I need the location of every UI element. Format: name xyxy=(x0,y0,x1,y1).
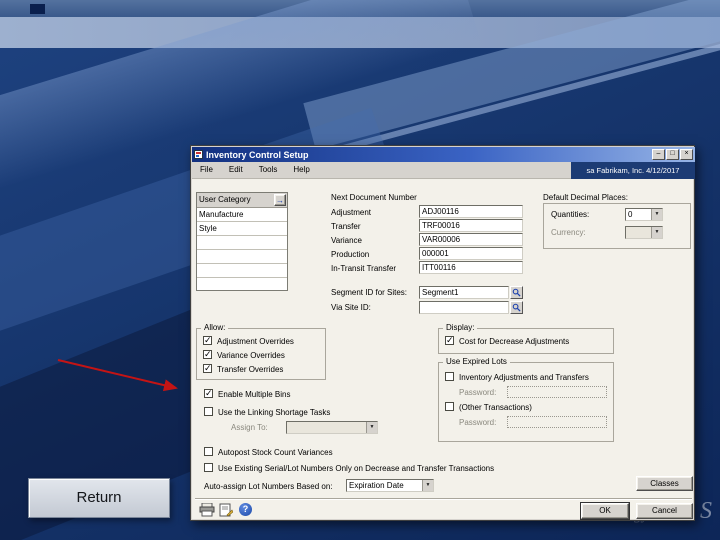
adjustment-number-field[interactable]: ADJ00116 xyxy=(419,205,523,218)
logo-fragment: S xyxy=(700,498,712,524)
adjustment-overrides-label: Adjustment Overrides xyxy=(217,337,294,346)
close-button[interactable]: × xyxy=(680,149,693,160)
segment-id-label: Segment ID for Sites: xyxy=(331,288,408,297)
in-transit-transfer-label: In-Transit Transfer xyxy=(331,264,397,273)
enable-multiple-bins-label: Enable Multiple Bins xyxy=(218,390,291,399)
quantities-select[interactable]: 0 ▼ xyxy=(625,208,663,221)
checkbox-variance-overrides[interactable] xyxy=(203,350,212,359)
default-decimal-places-label: Default Decimal Places: xyxy=(543,193,628,202)
menu-tools[interactable]: Tools xyxy=(251,162,286,178)
cost-for-decrease-adjustments-label: Cost for Decrease Adjustments xyxy=(459,337,570,346)
chevron-down-icon: ▼ xyxy=(366,422,377,433)
checkbox-enable-multiple-bins[interactable] xyxy=(204,389,213,398)
cancel-button[interactable]: Cancel xyxy=(636,503,693,519)
print-icon[interactable] xyxy=(199,502,215,519)
list-item[interactable]: Style xyxy=(197,222,287,236)
user-category-label: User Category xyxy=(199,195,251,204)
list-item[interactable] xyxy=(197,264,287,278)
maximize-button[interactable]: □ xyxy=(666,149,679,160)
segment-id-field[interactable]: Segment1 xyxy=(419,286,509,299)
quantities-label: Quantities: xyxy=(551,210,590,219)
use-expired-lots-label: Use Expired Lots xyxy=(443,357,510,367)
chevron-down-icon[interactable]: ▼ xyxy=(651,209,662,220)
checkbox-adjustment-overrides[interactable] xyxy=(203,336,212,345)
note-icon[interactable] xyxy=(219,503,234,519)
help-icon[interactable]: ? xyxy=(239,503,252,516)
menu-file[interactable]: File xyxy=(192,162,221,178)
autopost-stock-count-variances-label: Autopost Stock Count Variances xyxy=(218,448,333,457)
production-label: Production xyxy=(331,250,370,259)
quantities-value: 0 xyxy=(628,210,633,219)
menu-help[interactable]: Help xyxy=(285,162,317,178)
user-category-list: User Category → Manufacture Style xyxy=(196,192,288,291)
password2-field[interactable] xyxy=(507,416,607,428)
auto-assign-value: Expiration Date xyxy=(349,481,404,490)
minimize-button[interactable]: – xyxy=(652,149,665,160)
currency-select: ▼ xyxy=(625,226,663,239)
lookup-icon[interactable] xyxy=(510,301,523,314)
in-transit-transfer-number-field[interactable]: ITT00116 xyxy=(419,261,523,274)
variance-label: Variance xyxy=(331,236,362,245)
checkbox-transfer-overrides[interactable] xyxy=(203,364,212,373)
chevron-down-icon: ▼ xyxy=(651,227,662,238)
prompt-arrow-icon[interactable]: → xyxy=(274,194,286,206)
adjustment-label: Adjustment xyxy=(331,208,372,217)
use-existing-serial-lot-label: Use Existing Serial/Lot Numbers Only on … xyxy=(218,464,495,473)
variance-overrides-label: Variance Overrides xyxy=(217,351,285,360)
presentation-slide: gy S Return Inventory Control Setup – □ … xyxy=(0,0,720,540)
menu-edit[interactable]: Edit xyxy=(221,162,251,178)
password2-label: Password: xyxy=(459,418,497,427)
list-item[interactable] xyxy=(197,236,287,250)
list-item[interactable]: Manufacture xyxy=(197,208,287,222)
display-label: Display: xyxy=(443,323,478,333)
list-item[interactable] xyxy=(197,250,287,264)
via-site-id-label: Via Site ID: xyxy=(331,303,371,312)
divider xyxy=(195,498,692,500)
checkbox-cost-for-decrease-adjustments[interactable] xyxy=(445,336,454,345)
checkbox-other-transactions[interactable] xyxy=(445,402,454,411)
auto-assign-select[interactable]: Expiration Date ▼ xyxy=(346,479,434,492)
inventory-adjustments-transfers-label: Inventory Adjustments and Transfers xyxy=(459,373,589,382)
other-transactions-label: (Other Transactions) xyxy=(459,403,532,412)
window-title: Inventory Control Setup xyxy=(206,149,309,160)
classes-button[interactable]: Classes xyxy=(636,476,693,491)
transfer-label: Transfer xyxy=(331,222,361,231)
return-button[interactable]: Return xyxy=(28,478,170,518)
currency-label: Currency: xyxy=(551,228,586,237)
password1-field[interactable] xyxy=(507,386,607,398)
app-icon xyxy=(194,150,203,159)
chevron-down-icon[interactable]: ▼ xyxy=(422,480,433,491)
checkbox-use-existing-serial-lot[interactable] xyxy=(204,463,213,472)
title-bar[interactable]: Inventory Control Setup – □ × xyxy=(192,147,695,162)
checkbox-autopost-stock-count-variances[interactable] xyxy=(204,447,213,456)
transfer-number-field[interactable]: TRF00016 xyxy=(419,219,523,232)
production-number-field[interactable]: 000001 xyxy=(419,247,523,260)
ok-button[interactable]: OK xyxy=(580,502,630,520)
allow-label: Allow: xyxy=(201,323,229,333)
variance-number-field[interactable]: VAR00006 xyxy=(419,233,523,246)
lookup-icon[interactable] xyxy=(510,286,523,299)
assign-to-label: Assign To: xyxy=(231,423,268,432)
next-document-number-label: Next Document Number xyxy=(331,193,417,202)
list-item[interactable] xyxy=(197,278,287,292)
user-category-header[interactable]: User Category → xyxy=(197,193,287,208)
via-site-id-field[interactable] xyxy=(419,301,509,314)
top-band-accent xyxy=(30,4,45,14)
inventory-control-setup-window: Inventory Control Setup – □ × File Edit … xyxy=(190,145,695,521)
auto-assign-label: Auto-assign Lot Numbers Based on: xyxy=(204,482,333,491)
assign-to-select: ▼ xyxy=(286,421,378,434)
checkbox-inventory-adjustments-transfers[interactable] xyxy=(445,372,454,381)
transfer-overrides-label: Transfer Overrides xyxy=(217,365,284,374)
user-company-date-bar: sa Fabrikam, Inc. 4/12/2017 xyxy=(571,162,695,179)
checkbox-shortage-tasks[interactable] xyxy=(204,407,213,416)
password1-label: Password: xyxy=(459,388,497,397)
shortage-tasks-label: Use the Linking Shortage Tasks xyxy=(218,408,331,417)
